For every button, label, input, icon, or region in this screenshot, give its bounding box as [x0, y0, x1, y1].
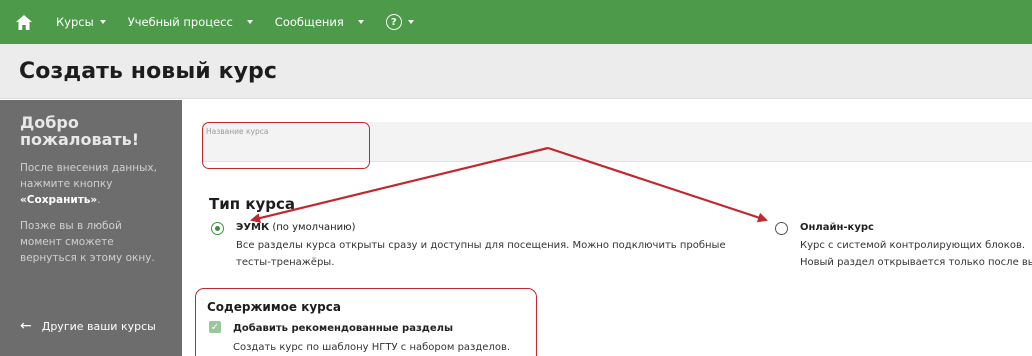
- chevron-down-icon: [246, 20, 253, 24]
- option-name: Онлайн-курс: [800, 222, 874, 233]
- option-suffix: (по умолчанию): [269, 222, 356, 233]
- sidebar-instructions: После внесения данных, нажмите кнопку «С…: [20, 160, 162, 208]
- annotation-box-name: [202, 122, 370, 169]
- title-bar: Создать новый курс: [0, 44, 1032, 99]
- sidebar-title-line: пожаловать!: [20, 130, 140, 149]
- top-navigation: Курсы Учебный процесс Сообщения ?: [0, 0, 1032, 44]
- chevron-down-icon: [407, 20, 414, 24]
- chevron-down-icon: [357, 20, 364, 24]
- option-desc-line: Новый раздел открывается только после вы: [800, 257, 1032, 268]
- option-desc-line: тесты-тренажёры.: [236, 257, 335, 268]
- nav-item-learning-process[interactable]: Учебный процесс: [128, 15, 253, 29]
- chevron-down-icon: [99, 20, 106, 24]
- other-courses-label: Другие ваши курсы: [41, 319, 156, 333]
- sidebar-title-line: Добро: [20, 113, 79, 132]
- option-eumk-description: Все разделы курса открыты сразу и доступ…: [236, 237, 796, 271]
- sidebar-note: Позже вы в любой момент сможете вернутьс…: [20, 220, 155, 264]
- home-icon[interactable]: [16, 13, 34, 31]
- sidebar-save-mention: «Сохранить»: [20, 194, 98, 206]
- option-eumk-title: ЭУМК (по умолчанию): [236, 222, 355, 233]
- option-online-title: Онлайн-курс: [800, 222, 874, 233]
- option-online-description: Курс с системой контролирующих блоков. Н…: [800, 237, 1032, 271]
- nav-item-label: Сообщения: [274, 15, 344, 29]
- arrow-left-icon: ←: [20, 318, 32, 334]
- sidebar-text: После внесения данных, нажмите кнопку: [20, 162, 157, 190]
- course-form: Название курса Тип курса ЭУМК (по умолча…: [182, 100, 1032, 356]
- annotation-box-content: [195, 288, 537, 356]
- nav-item-courses[interactable]: Курсы: [56, 15, 106, 29]
- option-name: ЭУМК: [236, 222, 270, 233]
- nav-item-label: Курсы: [56, 15, 94, 29]
- other-courses-link[interactable]: ← Другие ваши курсы: [20, 318, 156, 334]
- course-type-title: Тип курса: [209, 195, 296, 213]
- page-title: Создать новый курс: [19, 58, 278, 84]
- nav-item-help[interactable]: ?: [385, 14, 414, 30]
- help-icon: ?: [385, 14, 402, 30]
- sidebar-text: .: [97, 194, 101, 206]
- option-desc-line: Все разделы курса открыты сразу и доступ…: [236, 240, 726, 251]
- welcome-sidebar: Добро пожаловать! После внесения данных,…: [0, 100, 182, 356]
- nav-item-label: Учебный процесс: [127, 15, 233, 29]
- option-desc-line: Курс с системой контролирующих блоков.: [800, 240, 1026, 251]
- radio-online-course[interactable]: [775, 222, 788, 235]
- sidebar-title: Добро пожаловать!: [20, 114, 162, 148]
- nav-item-messages[interactable]: Сообщения: [275, 15, 364, 29]
- radio-eumk[interactable]: [211, 222, 224, 235]
